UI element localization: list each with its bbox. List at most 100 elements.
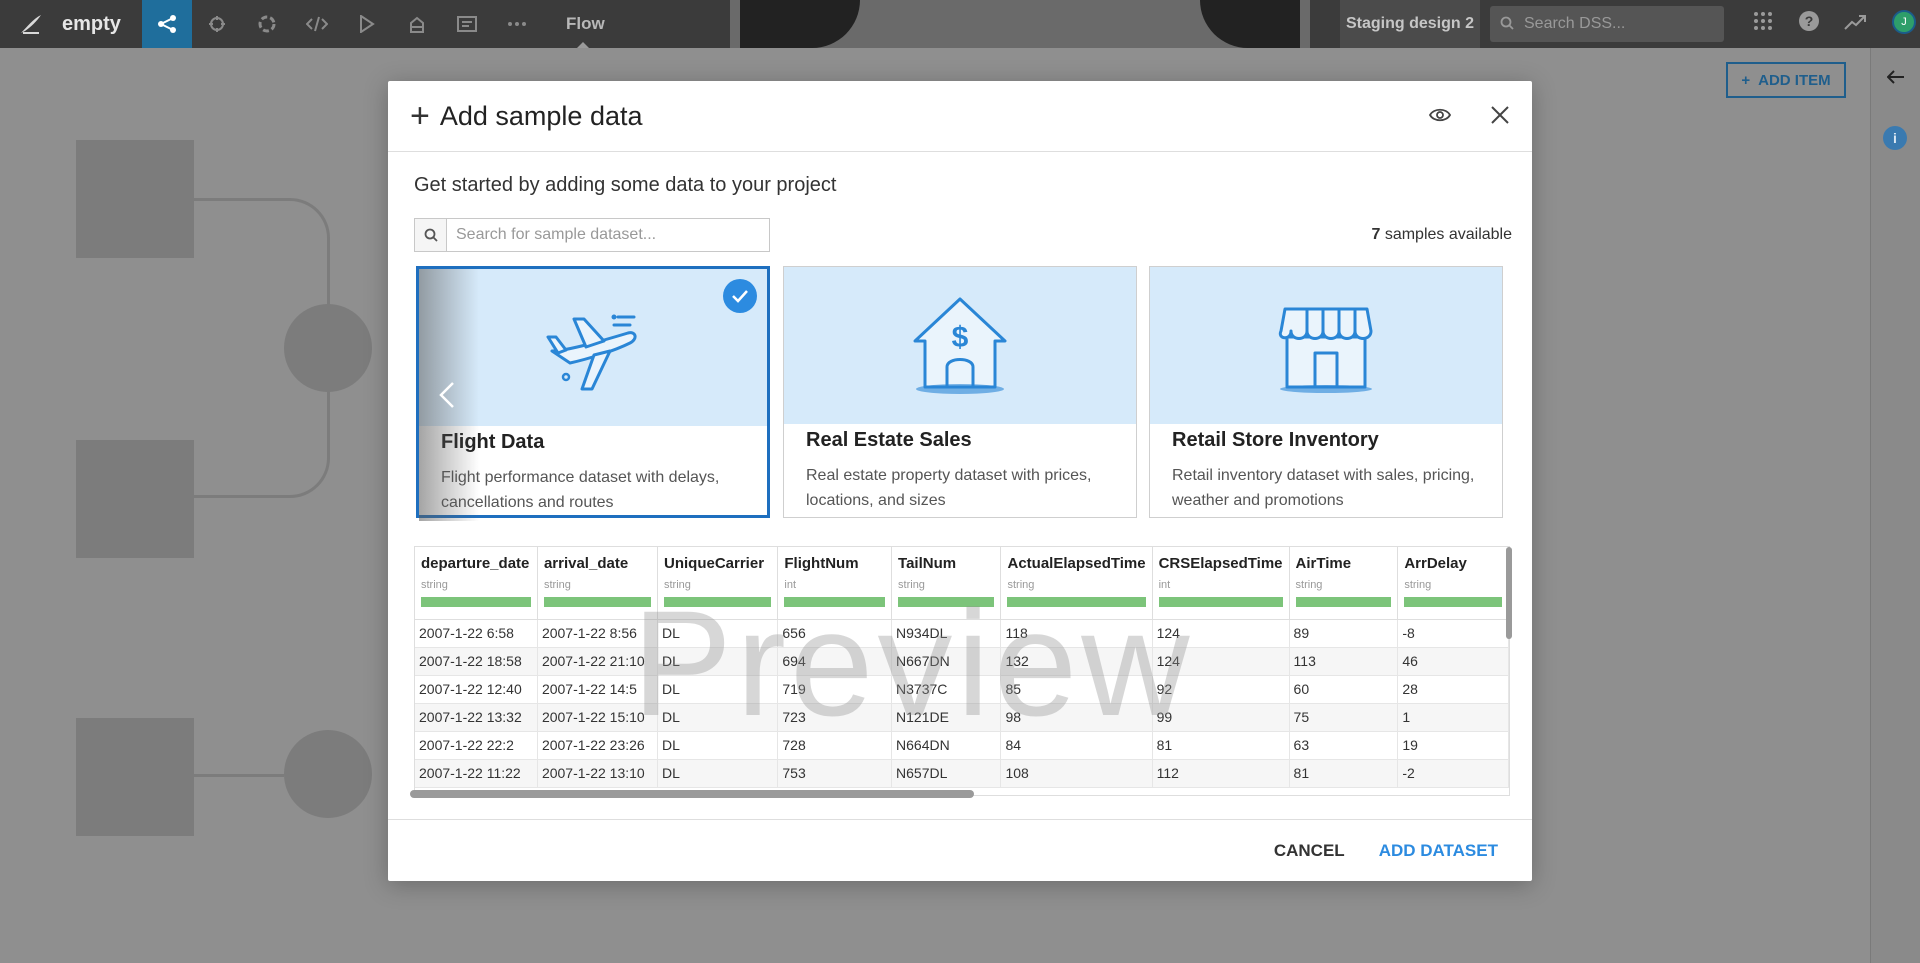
activity-trend-icon[interactable] [1832, 13, 1878, 36]
dataset-preview-table[interactable]: departure_date string arrival_date string … [414, 546, 1510, 796]
modal-subtitle: Get started by adding some data to your … [414, 174, 837, 196]
add-item-label: ADD ITEM [1758, 71, 1831, 89]
table-cell: 2007-1-22 14:5 [537, 675, 659, 704]
table-cell: DL [657, 619, 779, 648]
flow-dataset-node [76, 440, 194, 558]
instance-name-label: Staging design 2 [1340, 0, 1480, 48]
preview-header-row: departure_date string arrival_date string … [415, 547, 1509, 620]
table-cell: 84 [1000, 731, 1153, 760]
nav-flow-label[interactable]: Flow [542, 0, 625, 48]
horizontal-scrollbar[interactable] [410, 790, 974, 798]
table-cell: 2007-1-22 12:40 [415, 675, 538, 704]
sample-card-flight-data[interactable]: Flight Data Flight performance dataset w… [416, 266, 770, 521]
samples-count-number: 7 [1371, 226, 1381, 243]
table-cell: 99 [1152, 703, 1290, 732]
table-cell: 63 [1289, 731, 1399, 760]
column-header[interactable]: TailNum string [891, 547, 1002, 620]
header-image-shape-left [740, 0, 860, 48]
table-cell: 98 [1000, 703, 1153, 732]
table-cell: 2007-1-22 21:10 [537, 647, 659, 676]
modal-footer: CANCEL ADD DATASET [388, 819, 1532, 881]
lab-icon[interactable] [192, 0, 242, 48]
user-avatar[interactable]: J [1892, 10, 1916, 34]
table-cell: 46 [1397, 647, 1509, 676]
card-title: Real Estate Sales [806, 429, 972, 451]
table-cell: -8 [1397, 619, 1509, 648]
sample-search-field[interactable] [414, 218, 770, 252]
column-header[interactable]: ArrDelay string [1397, 547, 1509, 620]
table-cell: 719 [777, 675, 893, 704]
topbar-right-icons: ? [1740, 0, 1878, 48]
table-cell: 2007-1-22 18:58 [415, 647, 538, 676]
run-icon[interactable] [342, 0, 392, 48]
sample-search-input[interactable] [447, 220, 769, 250]
table-cell: 2007-1-22 11:22 [415, 759, 538, 788]
table-cell: 694 [777, 647, 893, 676]
table-cell: 81 [1152, 731, 1290, 760]
more-icon[interactable] [492, 0, 542, 48]
svg-text:?: ? [1805, 13, 1814, 29]
table-cell: 1 [1397, 703, 1509, 732]
modal-title: Add sample data [439, 100, 643, 131]
column-header[interactable]: UniqueCarrier string [657, 547, 779, 620]
selected-check-icon [723, 279, 757, 313]
dss-logo-icon[interactable] [0, 0, 62, 48]
table-cell: N667DN [891, 647, 1002, 676]
table-cell: 2007-1-22 13:32 [415, 703, 538, 732]
eye-icon[interactable] [1428, 103, 1452, 127]
global-search-input[interactable]: Search DSS... [1490, 6, 1724, 42]
vertical-scrollbar[interactable] [1506, 547, 1512, 639]
svg-text:$: $ [952, 321, 969, 354]
column-header[interactable]: CRSElapsedTime int [1152, 547, 1290, 620]
preview-table: departure_date string arrival_date string … [415, 547, 1509, 788]
table-cell: N657DL [891, 759, 1002, 788]
add-item-button[interactable]: + ADD ITEM [1726, 62, 1846, 98]
library-icon[interactable] [392, 0, 442, 48]
flow-recipe-node [284, 730, 372, 818]
sample-card-retail-store[interactable]: Retail Store Inventory Retail inventory … [1149, 266, 1503, 518]
table-cell: 2007-1-22 15:10 [537, 703, 659, 732]
plus-icon: + [1741, 71, 1751, 89]
table-cell: 124 [1152, 647, 1290, 676]
plus-icon: + [410, 97, 430, 135]
apps-grid-icon[interactable] [1740, 11, 1786, 37]
table-cell: 85 [1000, 675, 1153, 704]
table-row: 2007-1-22 13:32 2007-1-22 15:10 DL 723 N121D… [415, 703, 1509, 732]
table-cell: 124 [1152, 619, 1290, 648]
global-search-placeholder: Search DSS... [1524, 15, 1626, 32]
search-icon [415, 219, 447, 251]
code-icon[interactable] [292, 0, 342, 48]
card-title: Retail Store Inventory [1172, 429, 1379, 451]
column-header[interactable]: departure_date string [415, 547, 538, 620]
arrow-left-icon[interactable] [1886, 68, 1905, 89]
sample-card-real-estate[interactable]: $ Real Estate Sales Real estate property… [783, 266, 1137, 518]
cancel-button[interactable]: CANCEL [1274, 841, 1345, 861]
table-cell: 113 [1289, 647, 1399, 676]
sample-cards-carousel: Flight Data Flight performance dataset w… [416, 266, 1506, 526]
store-icon [1278, 307, 1373, 393]
table-cell: DL [657, 647, 779, 676]
table-cell: DL [657, 731, 779, 760]
flow-icon[interactable] [142, 0, 192, 48]
samples-count-label: samples available [1384, 226, 1512, 243]
column-header[interactable]: arrival_date string [537, 547, 659, 620]
info-icon[interactable]: i [1883, 126, 1907, 150]
table-cell: 108 [1000, 759, 1153, 788]
dashboard-icon[interactable] [442, 0, 492, 48]
add-dataset-button[interactable]: ADD DATASET [1379, 841, 1498, 861]
card-description: Retail inventory dataset with sales, pri… [1172, 467, 1475, 509]
column-header[interactable]: FlightNum int [777, 547, 893, 620]
help-icon[interactable]: ? [1786, 10, 1832, 38]
table-cell: 28 [1397, 675, 1509, 704]
automation-icon[interactable] [242, 0, 292, 48]
table-cell: 112 [1152, 759, 1290, 788]
project-name[interactable]: empty [62, 13, 142, 36]
table-row: 2007-1-22 22:2 2007-1-22 23:26 DL 728 N664DN… [415, 731, 1509, 760]
table-cell: 118 [1000, 619, 1153, 648]
close-icon[interactable] [1488, 103, 1512, 127]
flow-connector [194, 774, 284, 777]
carousel-prev-icon[interactable] [419, 269, 479, 521]
column-header[interactable]: ActualElapsedTime string [1000, 547, 1153, 620]
table-cell: 81 [1289, 759, 1399, 788]
column-header[interactable]: AirTime string [1289, 547, 1399, 620]
